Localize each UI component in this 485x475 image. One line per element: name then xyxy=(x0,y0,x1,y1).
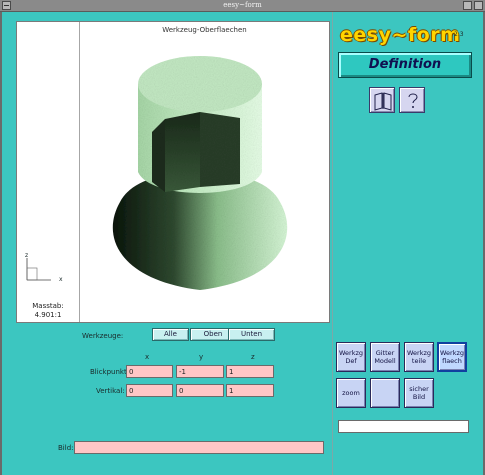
grid-model-label-2: Modell xyxy=(374,357,396,365)
save-image-label-1: sicher xyxy=(409,385,429,393)
tool-surfaces-label-2: flaech xyxy=(442,357,462,365)
blickpunkt-x-field[interactable]: 0 xyxy=(126,365,173,378)
vertikal-label: Vertikal: xyxy=(96,387,125,395)
cylinder-top xyxy=(138,56,262,112)
tool-def-button[interactable]: Werkzg Def xyxy=(336,342,366,372)
coord-header-z: z xyxy=(251,353,255,361)
save-image-label-2: Bild xyxy=(412,393,426,401)
model-viewport[interactable]: Werkzeug-Oberflaechen z x Masstab: 4.901… xyxy=(16,21,330,323)
scale-value: 4.901:1 xyxy=(34,311,62,319)
blickpunkt-z-field[interactable]: 1 xyxy=(226,365,274,378)
tool-surfaces-button[interactable]: Werkzg flaech xyxy=(437,342,467,372)
tools-all-button[interactable]: Alle xyxy=(152,328,189,341)
tool-def-label-2: Def xyxy=(345,357,357,365)
window-title: eesy~form xyxy=(223,1,262,9)
blickpunkt-y-field[interactable]: -1 xyxy=(176,365,224,378)
vertikal-z-field[interactable]: 1 xyxy=(226,384,274,397)
save-image-button[interactable]: sicher Bild xyxy=(404,378,434,408)
question-icon[interactable] xyxy=(399,87,425,113)
input-panel: Werkzeuge: Alle Oben Unten x y z Blickpu… xyxy=(16,323,330,468)
scale-label: Masstab: xyxy=(32,302,64,310)
brand-version: 2.3 xyxy=(454,31,464,38)
grid-model-button[interactable]: Gitter Modell xyxy=(370,342,400,372)
control-sidebar: eesy~form 2.3 Definition Werkzg Def Gitt… xyxy=(332,12,483,475)
vertikal-y-field[interactable]: 0 xyxy=(176,384,224,397)
coord-header-y: y xyxy=(199,353,204,361)
tool-surface-render xyxy=(112,56,288,290)
status-field[interactable] xyxy=(338,420,469,433)
coord-header-x: x xyxy=(145,353,150,361)
axis-triad-icon xyxy=(26,258,51,281)
book-icon[interactable] xyxy=(369,87,395,113)
tools-label: Werkzeuge: xyxy=(82,332,124,340)
minimize-button[interactable] xyxy=(463,1,472,10)
maximize-button[interactable] xyxy=(474,1,483,10)
brand-logo: eesy~form xyxy=(340,24,461,46)
axis-z-label: z xyxy=(25,252,29,259)
axis-x-label: x xyxy=(59,276,63,283)
blickpunkt-label: Blickpunkt: xyxy=(90,368,130,376)
tool-surfaces-label-1: Werkzg xyxy=(439,349,465,357)
tool-parts-button[interactable]: Werkzg teile xyxy=(404,342,434,372)
vertikal-x-field[interactable]: 0 xyxy=(126,384,173,397)
pocket-face-right xyxy=(200,112,240,187)
mode-title[interactable]: Definition xyxy=(338,52,472,78)
tool-parts-label-2: teile xyxy=(411,357,427,365)
pocket-face xyxy=(165,112,200,192)
bild-label: Bild: xyxy=(58,444,74,452)
zoom-label: zoom xyxy=(342,389,360,397)
zoom-button[interactable]: zoom xyxy=(336,378,366,408)
tool-def-label-1: Werkzg xyxy=(338,349,364,357)
grid-model-label-1: Gitter xyxy=(375,349,395,357)
window-titlebar[interactable]: eesy~form xyxy=(0,0,485,12)
tools-bottom-button[interactable]: Unten xyxy=(228,328,275,341)
bild-field[interactable] xyxy=(74,441,324,454)
disabled-tool-button[interactable] xyxy=(370,378,400,408)
tool-parts-label-1: Werkzg xyxy=(406,349,432,357)
